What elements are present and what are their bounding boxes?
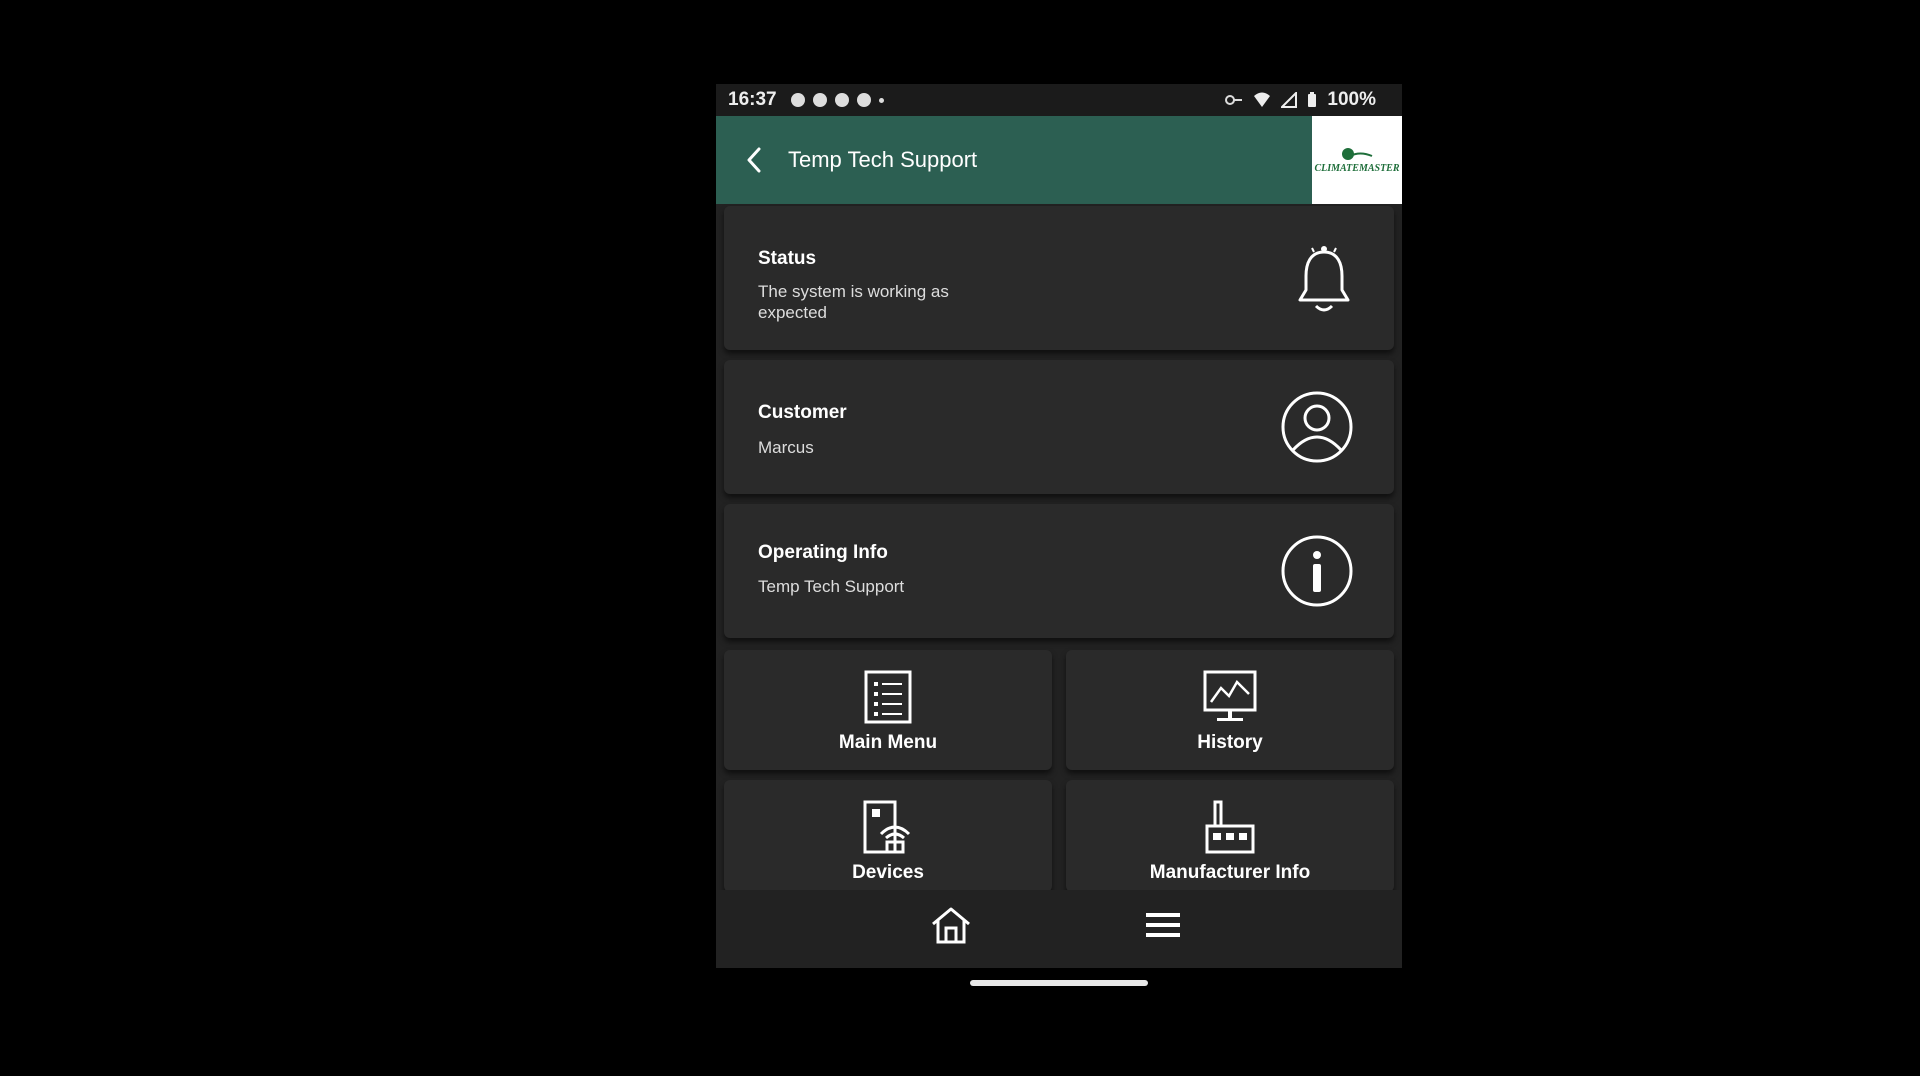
page-title: Temp Tech Support bbox=[788, 147, 978, 172]
user-circle-icon bbox=[1281, 391, 1353, 463]
bell-icon bbox=[1298, 246, 1350, 312]
status-card[interactable]: Status The system is working as expected bbox=[724, 206, 1394, 350]
teams-icon-2 bbox=[856, 93, 871, 107]
more-notifications-dot-icon bbox=[878, 97, 884, 103]
customer-card[interactable]: Customer Marcus bbox=[724, 360, 1394, 494]
teams-icon bbox=[834, 93, 849, 107]
climatemaster-logo: CLIMATEMASTER bbox=[1312, 116, 1402, 204]
app-bar: Temp Tech Support CLIMATEMASTER bbox=[716, 116, 1402, 204]
logo-mark-icon bbox=[1342, 147, 1373, 160]
system-icons: 100% bbox=[1225, 89, 1376, 111]
manufacturer-info-label: Manufacturer Info bbox=[1149, 862, 1311, 883]
info-circle-icon bbox=[1281, 535, 1353, 607]
logo-text: CLIMATEMASTER bbox=[1314, 162, 1400, 174]
home-button[interactable] bbox=[930, 906, 972, 949]
home-icon bbox=[932, 907, 970, 944]
battery-icon bbox=[1308, 92, 1317, 107]
phone-screen: 16:37 100% Temp Tech Support CLIMATEMAST… bbox=[716, 84, 1402, 968]
messenger-icon bbox=[790, 93, 805, 107]
operating-info-title: Operating Info bbox=[758, 542, 888, 563]
signal-icon bbox=[1281, 92, 1298, 108]
status-subtitle: The system is working as expected bbox=[758, 282, 949, 322]
customer-name: Marcus bbox=[758, 438, 814, 457]
operating-info-subtitle: Temp Tech Support bbox=[758, 577, 905, 596]
device-wifi-icon bbox=[863, 800, 911, 854]
manufacturer-info-tile[interactable]: Manufacturer Info bbox=[1066, 780, 1394, 892]
menu-button[interactable] bbox=[1146, 912, 1180, 943]
wifi-icon bbox=[1254, 92, 1271, 107]
gesture-nav-bar[interactable] bbox=[970, 980, 1148, 986]
factory-icon bbox=[1205, 800, 1255, 854]
devices-label: Devices bbox=[852, 862, 924, 883]
status-time: 16:37 bbox=[728, 89, 777, 110]
history-label: History bbox=[1197, 732, 1263, 753]
main-menu-tile[interactable]: Main Menu bbox=[724, 650, 1052, 770]
customer-title: Customer bbox=[758, 402, 847, 423]
list-document-icon bbox=[864, 670, 912, 724]
operating-info-card[interactable]: Operating Info Temp Tech Support bbox=[724, 504, 1394, 638]
notification-icon bbox=[812, 93, 827, 107]
chart-monitor-icon bbox=[1203, 670, 1257, 721]
back-button[interactable] bbox=[734, 140, 774, 180]
vpn-key-icon bbox=[1225, 95, 1243, 105]
main-menu-label: Main Menu bbox=[838, 732, 938, 753]
status-title: Status bbox=[758, 248, 817, 269]
battery-percent: 100% bbox=[1327, 89, 1376, 110]
chevron-left-icon bbox=[747, 147, 761, 173]
history-tile[interactable]: History bbox=[1066, 650, 1394, 770]
hamburger-menu-icon bbox=[1146, 913, 1180, 937]
devices-tile[interactable]: Devices bbox=[724, 780, 1052, 892]
notification-icons bbox=[790, 93, 884, 107]
bottom-nav bbox=[716, 890, 1402, 968]
status-bar: 16:37 100% bbox=[716, 84, 1402, 116]
